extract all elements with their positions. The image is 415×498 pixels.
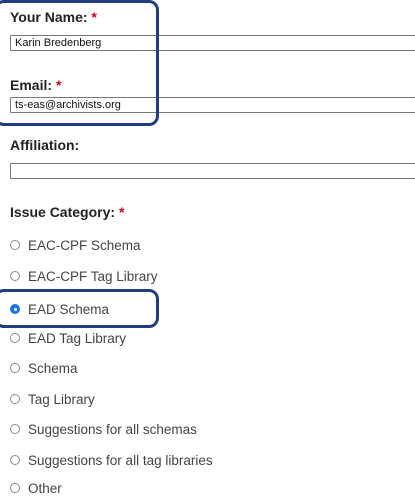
radio-button-selected-icon[interactable] <box>10 304 20 314</box>
radio-button-icon[interactable] <box>10 271 20 281</box>
affiliation-label-text: Affiliation: <box>10 137 80 153</box>
radio-option-ead-schema[interactable]: EAD Schema <box>10 299 109 319</box>
radio-option-label: Suggestions for all tag libraries <box>28 452 213 468</box>
radio-option-label: EAC-CPF Schema <box>28 237 141 253</box>
radio-button-icon[interactable] <box>10 363 20 373</box>
radio-option-tag-library[interactable]: Tag Library <box>10 389 95 409</box>
email-field[interactable] <box>10 97 415 113</box>
radio-option-label: Other <box>28 480 62 496</box>
radio-button-icon[interactable] <box>10 333 20 343</box>
radio-option-label: Tag Library <box>28 391 95 407</box>
email-label-text: Email: <box>10 77 53 93</box>
radio-option-eac-cpf-schema[interactable]: EAC-CPF Schema <box>10 235 141 255</box>
radio-option-suggestions-all-tag-libraries[interactable]: Suggestions for all tag libraries <box>10 450 213 470</box>
name-label-text: Your Name: <box>10 9 88 25</box>
radio-option-other[interactable]: Other <box>10 478 62 498</box>
radio-option-ead-tag-library[interactable]: EAD Tag Library <box>10 328 126 348</box>
name-field[interactable] <box>10 35 415 51</box>
issue-category-label-text: Issue Category: <box>10 204 116 220</box>
radio-button-icon[interactable] <box>10 424 20 434</box>
radio-option-label: EAC-CPF Tag Library <box>28 268 158 284</box>
email-required-marker: * <box>56 77 62 93</box>
radio-option-label: EAD Tag Library <box>28 330 127 346</box>
radio-option-eac-cpf-tag-library[interactable]: EAC-CPF Tag Library <box>10 266 158 286</box>
radio-button-icon[interactable] <box>10 394 20 404</box>
radio-option-suggestions-all-schemas[interactable]: Suggestions for all schemas <box>10 419 197 439</box>
radio-option-label: Suggestions for all schemas <box>28 421 197 437</box>
name-required-marker: * <box>91 9 97 25</box>
affiliation-label: Affiliation: <box>10 137 79 153</box>
radio-button-icon[interactable] <box>10 240 20 250</box>
email-label: Email: * <box>10 77 61 93</box>
radio-option-label: Schema <box>28 360 78 376</box>
issue-category-label: Issue Category: * <box>10 204 125 220</box>
radio-button-icon[interactable] <box>10 455 20 465</box>
issue-category-required-marker: * <box>119 204 125 220</box>
name-label: Your Name: * <box>10 9 97 25</box>
radio-option-label: EAD Schema <box>28 301 110 317</box>
radio-option-schema[interactable]: Schema <box>10 358 78 378</box>
radio-button-icon[interactable] <box>10 483 20 493</box>
affiliation-field[interactable] <box>10 163 415 179</box>
